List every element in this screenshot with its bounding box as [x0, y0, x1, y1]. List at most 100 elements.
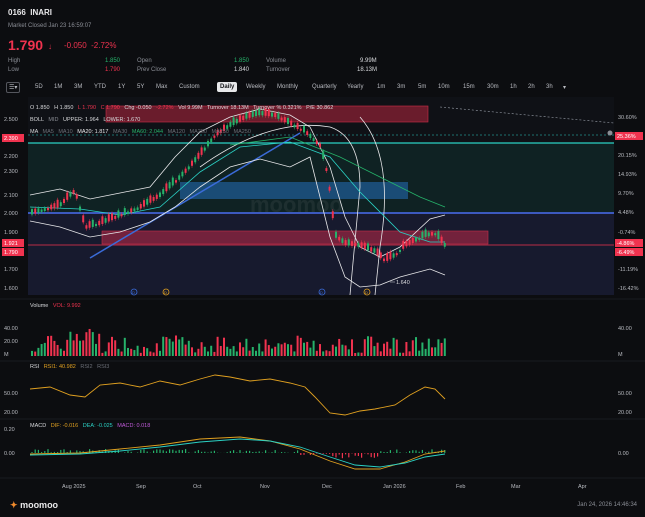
market-status: Market Closed Jan 23 16:59:07 [8, 23, 92, 29]
volume-bar [408, 351, 411, 356]
range-ytd[interactable]: YTD [91, 82, 109, 92]
candle-body [207, 140, 209, 147]
volume-bar [130, 348, 133, 356]
y-tick: 1.700 [4, 267, 18, 273]
period-10m[interactable]: 10m [435, 82, 453, 92]
volume-bar [395, 339, 398, 356]
volume-bar [277, 343, 280, 356]
range-5y[interactable]: 5Y [134, 82, 147, 92]
period-1h[interactable]: 1h [507, 82, 520, 92]
volume-bar [373, 346, 376, 356]
menu-icon[interactable]: ☰▾ [6, 82, 21, 93]
macd-dea: DEA: -0.025 [83, 423, 113, 429]
period-quarterly[interactable]: Quarterly [309, 82, 340, 92]
candle-body [363, 242, 366, 249]
candle-body [104, 218, 107, 223]
candle-body [408, 239, 411, 245]
volume-bar [261, 351, 264, 356]
period-5m[interactable]: 5m [415, 82, 429, 92]
macd-bar [34, 449, 36, 453]
pct-tick: 20.15% [618, 153, 637, 159]
volume-bar [31, 350, 33, 356]
candle-body [367, 243, 369, 251]
period-weekly[interactable]: Weekly [243, 82, 269, 92]
macd-bar [226, 452, 228, 453]
period-daily[interactable]: Daily [217, 82, 238, 92]
volume-bar [146, 348, 149, 356]
volume-bar [418, 350, 421, 356]
macd-bar [188, 452, 190, 453]
macd-y-tick: 0.20 [4, 427, 15, 433]
volume-bar [149, 351, 152, 356]
macd-bar [377, 453, 379, 457]
rsi1: RSI1: 40.982 [44, 364, 76, 370]
volume-bar [79, 340, 81, 356]
period-3m[interactable]: 3m [394, 82, 408, 92]
macd-bar [124, 452, 126, 453]
candle-body [338, 236, 341, 241]
legend-close: C 1.790 [101, 105, 120, 111]
period-2h[interactable]: 2h [525, 82, 538, 92]
stat-label: High [8, 58, 21, 64]
macd-bar [338, 453, 340, 455]
period-15m[interactable]: 15m [460, 82, 478, 92]
range-1m[interactable]: 1M [51, 82, 65, 92]
macd-bar [130, 451, 132, 453]
volume-bar [123, 337, 126, 356]
volume-bar [98, 333, 101, 356]
price-tag: 2.390 [4, 136, 18, 142]
event-marker-label: D [132, 290, 135, 295]
rsi-y-tick-right: 50.00 [618, 391, 632, 397]
volume-bar [367, 336, 369, 356]
volume-bar [271, 348, 273, 356]
volume-bar [255, 350, 257, 356]
collapse-icon[interactable] [607, 130, 613, 136]
logo-icon: ✦ [10, 500, 18, 510]
range-3m[interactable]: 3M [71, 82, 85, 92]
macd-bar [255, 451, 257, 453]
range-max[interactable]: Max [153, 82, 170, 92]
x-tick: Dec [322, 484, 332, 490]
volume-bar [162, 336, 165, 356]
boll-mid: MID [48, 117, 58, 123]
candle-body [171, 177, 174, 186]
candle-body [437, 231, 440, 240]
candle-body [117, 210, 120, 218]
pct-tick: 4.48% [618, 210, 634, 216]
period-30m[interactable]: 30m [484, 82, 502, 92]
legend-high: H 1.850 [54, 105, 73, 111]
macd-bar [303, 453, 305, 455]
macd-bar [361, 453, 363, 458]
macd-bar [329, 453, 331, 454]
period-1m[interactable]: 1m [374, 82, 388, 92]
candle-body [360, 242, 363, 248]
period-monthly[interactable]: Monthly [274, 82, 301, 92]
y-tick: 1.900 [4, 230, 18, 236]
chevron-down-icon[interactable]: ▾ [560, 82, 569, 93]
period-3h[interactable]: 3h [543, 82, 556, 92]
volume-bar [399, 352, 401, 356]
macd-bar [252, 451, 254, 453]
volume-bar [47, 336, 49, 356]
pct-tick: -11.19% [618, 267, 638, 273]
volume-bar [443, 338, 446, 356]
volume-bar [43, 342, 46, 356]
chart-canvas[interactable]: 1.640 D D D D moomoo 2.500 2.300 2.100 2… [0, 97, 645, 497]
range-custom[interactable]: Custom [176, 82, 203, 92]
y-tick: 2.000 [4, 211, 18, 217]
macd-legend: MACD DIF: -0.016 DEA: -0.025 MACD: 0.018 [30, 423, 150, 429]
volume-bar [213, 351, 216, 356]
ma10: MA10 [58, 129, 72, 135]
volume-bar [303, 342, 305, 356]
change-value: -0.050 [64, 41, 87, 50]
range-5d[interactable]: 5D [32, 82, 46, 92]
pct-tick: -16.42% [618, 286, 639, 292]
range-1y[interactable]: 1Y [115, 82, 128, 92]
candle-body [136, 207, 139, 210]
macd-bar [415, 450, 417, 453]
candle-body [347, 239, 350, 246]
macd-bar [201, 451, 203, 453]
period-yearly[interactable]: Yearly [344, 82, 366, 92]
candle-body [146, 198, 149, 205]
volume-legend: Volume VOL: 9.992 [30, 303, 81, 309]
